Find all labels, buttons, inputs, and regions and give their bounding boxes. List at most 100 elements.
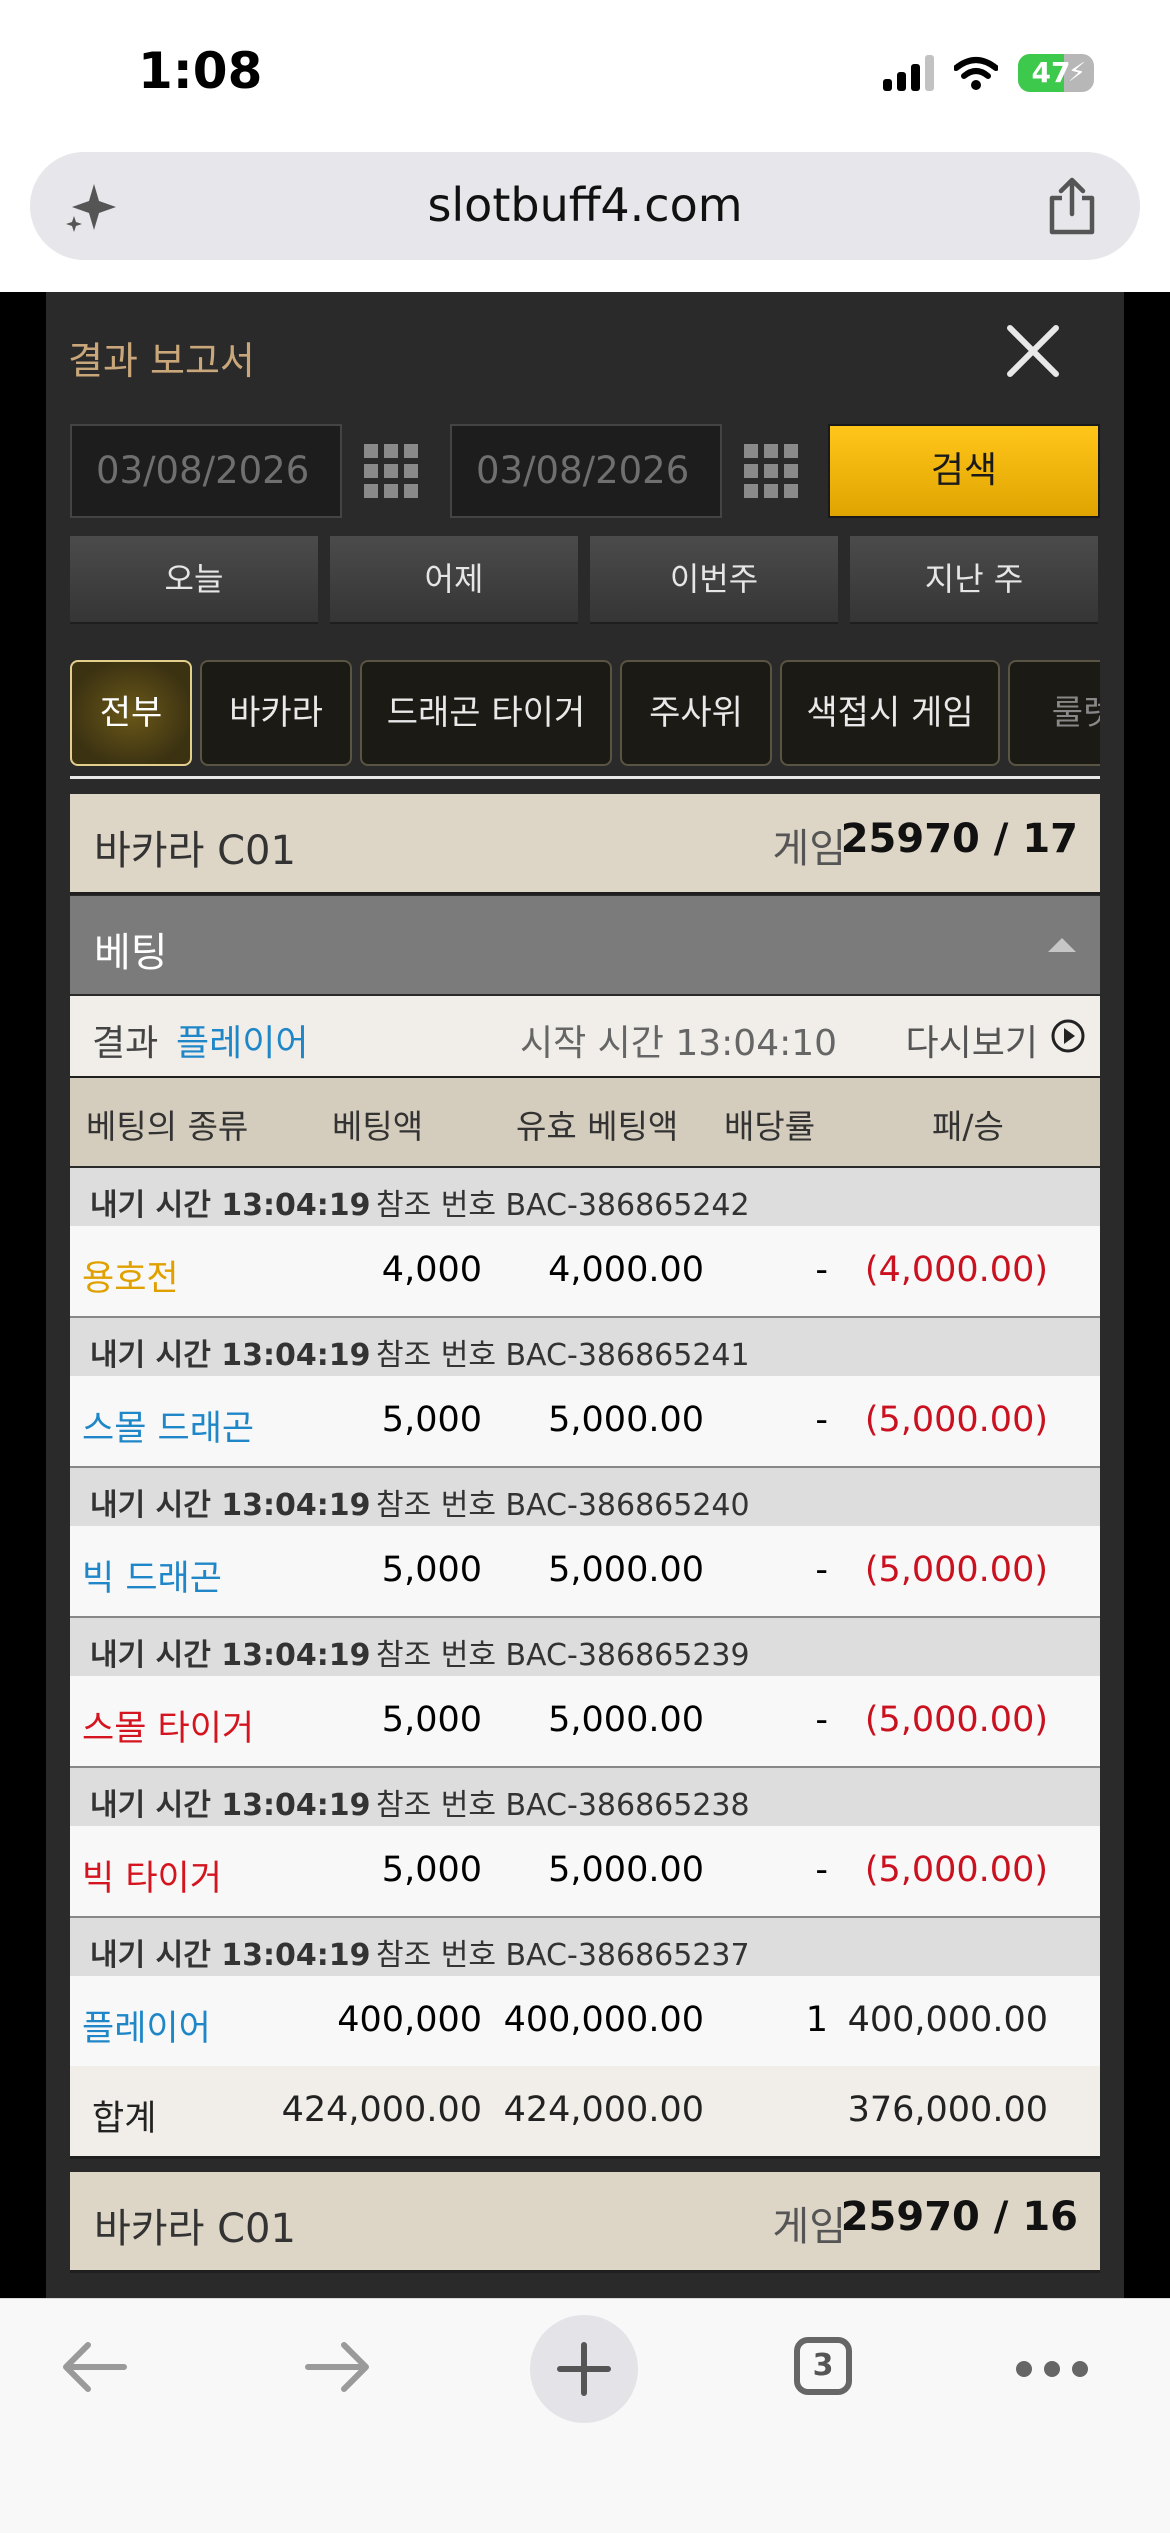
col-win-loss: 패/승: [932, 1107, 1004, 1146]
date-to-input[interactable]: 03/08/2026: [450, 424, 722, 518]
close-icon[interactable]: [1004, 322, 1062, 380]
search-button[interactable]: 검색: [828, 424, 1100, 518]
game-type-tabs: 전부 바카라 드래곤 타이거 주사위 색접시 게임 룰렛: [70, 652, 1100, 772]
status-icons: 47 ⚡: [883, 54, 1094, 92]
bet-amount: 5,000: [381, 1700, 482, 1740]
report-title: 결과 보고서: [68, 339, 255, 383]
bet-ref: 참조 번호 BAC-386865237: [376, 1938, 750, 1973]
share-icon[interactable]: [1044, 176, 1100, 236]
tab-all[interactable]: 전부: [70, 660, 192, 766]
result-row: 결과 플레이어 시작 시간 13:04:10 다시보기: [70, 996, 1100, 1078]
bet-time: 내기 시간 13:04:19: [90, 1188, 371, 1223]
battery-icon: 47 ⚡: [1018, 54, 1094, 92]
play-circle-icon[interactable]: [1050, 1018, 1086, 1054]
plus-icon: [557, 2342, 611, 2396]
bet-time: 내기 시간 13:04:19: [90, 1488, 371, 1523]
win-loss: (4,000.00): [864, 1250, 1048, 1290]
game-number: 25970 / 17: [840, 816, 1078, 862]
yesterday-button[interactable]: 어제: [330, 536, 578, 624]
bet-time: 내기 시간 13:04:19: [90, 1938, 371, 1973]
bet-ref: 참조 번호 BAC-386865241: [376, 1338, 750, 1373]
game-header[interactable]: 바카라 C01 게임 25970 / 16: [70, 2172, 1100, 2273]
bet-row: 빅 드래곤 5,000 5,000.00 - (5,000.00): [70, 1526, 1100, 1618]
calendar-icon[interactable]: [364, 444, 418, 498]
url-text[interactable]: slotbuff4.com: [30, 178, 1140, 232]
odds: -: [815, 1400, 828, 1440]
collapse-arrow-icon[interactable]: [1048, 938, 1076, 952]
bet-type: 스몰 드래곤: [82, 1409, 255, 1449]
game-name: 바카라 C01: [94, 828, 296, 874]
win-loss: (5,000.00): [864, 1700, 1048, 1740]
bet-time: 내기 시간 13:04:19: [90, 1338, 371, 1373]
win-loss: (5,000.00): [864, 1850, 1048, 1890]
win-loss: 400,000.00: [847, 2000, 1048, 2040]
bet-ref-row: 내기 시간 13:04:19 참조 번호 BAC-386865238: [70, 1768, 1100, 1826]
col-valid-amount: 유효 베팅액: [516, 1107, 679, 1146]
game-name: 바카라 C01: [94, 2206, 296, 2252]
cellular-signal-icon: [883, 55, 934, 91]
replay-link[interactable]: 다시보기: [906, 1014, 1038, 1066]
web-content: 결과 보고서 03/08/2026 03/08/2026 검색 오늘 어제 이번…: [0, 292, 1170, 2298]
tab-roulette[interactable]: 룰렛: [1008, 660, 1100, 766]
bet-row: 스몰 타이거 5,000 5,000.00 - (5,000.00): [70, 1676, 1100, 1768]
status-time: 1:08: [138, 42, 263, 100]
bet-ref: 참조 번호 BAC-386865242: [376, 1188, 750, 1223]
last-week-button[interactable]: 지난 주: [850, 536, 1098, 624]
bet-ref: 참조 번호 BAC-386865240: [376, 1488, 750, 1523]
result-value: 플레이어: [176, 1023, 309, 1064]
tab-dragon-tiger[interactable]: 드래곤 타이거: [360, 660, 612, 766]
odds: -: [815, 1250, 828, 1290]
bet-type: 빅 드래곤: [82, 1559, 222, 1599]
report-panel: 결과 보고서 03/08/2026 03/08/2026 검색 오늘 어제 이번…: [46, 292, 1124, 2298]
bet-ref-row: 내기 시간 13:04:19 참조 번호 BAC-386865240: [70, 1468, 1100, 1526]
table-header: 베팅의 종류 베팅액 유효 베팅액 배당률 패/승: [70, 1078, 1100, 1166]
valid-amount: 5,000.00: [548, 1850, 704, 1890]
bet-ref-row: 내기 시간 13:04:19 참조 번호 BAC-386865237: [70, 1918, 1100, 1976]
total-result: 376,000.00: [847, 2090, 1048, 2130]
betting-section-toggle[interactable]: 베팅: [70, 896, 1100, 994]
game-label: 게임: [772, 2204, 846, 2250]
bet-amount: 5,000: [381, 1850, 482, 1890]
bet-amount: 5,000: [381, 1550, 482, 1590]
tab-dice[interactable]: 주사위: [620, 660, 772, 766]
result-label: 결과: [92, 1023, 159, 1064]
tabs-button[interactable]: 3: [794, 2337, 852, 2395]
bet-ref: 참조 번호 BAC-386865238: [376, 1788, 750, 1823]
bet-row: 빅 타이거 5,000 5,000.00 - (5,000.00): [70, 1826, 1100, 1918]
betting-label: 베팅: [94, 930, 168, 976]
total-amount: 424,000.00: [281, 2090, 482, 2130]
valid-amount: 5,000.00: [548, 1700, 704, 1740]
bet-type: 빅 타이거: [82, 1859, 222, 1899]
this-week-button[interactable]: 이번주: [590, 536, 838, 624]
calendar-icon[interactable]: [744, 444, 798, 498]
tab-baccarat[interactable]: 바카라: [200, 660, 352, 766]
bet-amount: 400,000: [337, 2000, 482, 2040]
bet-row: 스몰 드래곤 5,000 5,000.00 - (5,000.00): [70, 1376, 1100, 1468]
bet-ref: 참조 번호 BAC-386865239: [376, 1638, 750, 1673]
odds: -: [815, 1550, 828, 1590]
total-valid: 424,000.00: [503, 2090, 704, 2130]
new-tab-button[interactable]: [530, 2315, 638, 2423]
game-number: 25970 / 16: [840, 2194, 1078, 2240]
game-header: 바카라 C01 게임 25970 / 17: [70, 794, 1100, 895]
browser-toolbar: 3: [0, 2298, 1170, 2533]
bet-amount: 4,000: [381, 1250, 482, 1290]
back-arrow-icon[interactable]: [58, 2339, 130, 2395]
valid-amount: 4,000.00: [548, 1250, 704, 1290]
date-from-input[interactable]: 03/08/2026: [70, 424, 342, 518]
col-bet-type: 베팅의 종류: [86, 1107, 249, 1146]
forward-arrow-icon[interactable]: [302, 2339, 374, 2395]
bet-type: 스몰 타이거: [82, 1709, 255, 1749]
odds: 1: [805, 2000, 828, 2040]
status-bar: 1:08 47 ⚡: [0, 0, 1170, 150]
start-time: 시작 시간 13:04:10: [520, 1023, 838, 1064]
tab-color-plate[interactable]: 색접시 게임: [780, 660, 1000, 766]
col-bet-amount: 베팅액: [332, 1107, 424, 1146]
address-bar[interactable]: slotbuff4.com: [30, 152, 1140, 260]
more-icon[interactable]: [1016, 2361, 1088, 2377]
bet-ref-row: 내기 시간 13:04:19 참조 번호 BAC-386865242: [70, 1168, 1100, 1226]
today-button[interactable]: 오늘: [70, 536, 318, 624]
win-loss: (5,000.00): [864, 1400, 1048, 1440]
bet-time: 내기 시간 13:04:19: [90, 1638, 371, 1673]
valid-amount: 400,000.00: [503, 2000, 704, 2040]
